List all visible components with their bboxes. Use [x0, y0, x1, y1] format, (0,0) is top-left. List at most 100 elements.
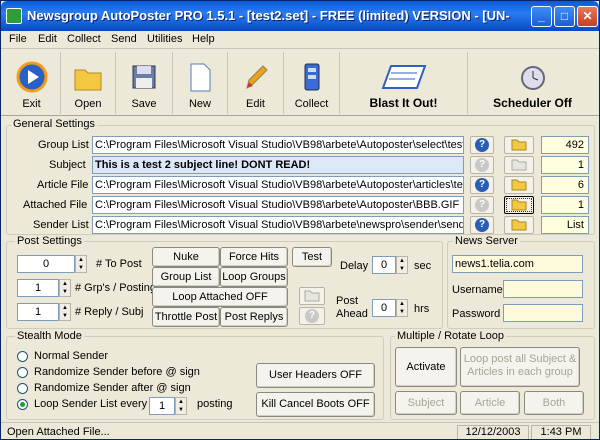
- delay-label: Delay: [340, 260, 369, 272]
- post-ahead-spinner[interactable]: ▲ ▼: [396, 299, 408, 317]
- activate-button[interactable]: Activate: [395, 347, 457, 387]
- status-time: 1:43 PM: [531, 425, 591, 439]
- group-list-button[interactable]: Group List: [152, 267, 220, 287]
- save-label: Save: [131, 98, 157, 110]
- open-article-button[interactable]: [299, 287, 325, 305]
- status-bar: Open Attached File... 12/12/2003 1:43 PM: [1, 422, 599, 439]
- username-field[interactable]: [503, 280, 583, 298]
- close-button[interactable]: ✕: [577, 6, 598, 27]
- clock-icon: [520, 66, 545, 90]
- rotate-subject-button[interactable]: Subject: [395, 391, 457, 415]
- maximize-button[interactable]: □: [554, 6, 575, 27]
- radio-randomize-before[interactable]: [17, 367, 28, 378]
- attached-file-browse-button[interactable]: [504, 196, 534, 214]
- menu-edit[interactable]: Edit: [38, 33, 57, 45]
- subject-count: 1: [541, 156, 589, 174]
- server-host-field[interactable]: news1.telia.com: [452, 255, 583, 273]
- nuke-button[interactable]: Nuke: [152, 247, 220, 267]
- edit-button[interactable]: Edit: [228, 52, 284, 114]
- username-label: Username: [452, 284, 503, 296]
- post-help-button[interactable]: ?: [299, 307, 325, 325]
- article-file-field[interactable]: C:\Program Files\Microsoft Visual Studio…: [92, 176, 464, 194]
- folder-icon: [304, 290, 320, 302]
- menu-help[interactable]: Help: [192, 33, 215, 45]
- post-ahead-input[interactable]: 0: [372, 299, 396, 317]
- scheduler-button[interactable]: Scheduler Off: [468, 52, 597, 114]
- collect-button[interactable]: Collect: [284, 52, 340, 114]
- blast-it-out-button[interactable]: Blast It Out!: [340, 52, 468, 114]
- loop-groups-button[interactable]: Loop Groups: [220, 267, 288, 287]
- save-button[interactable]: Save: [116, 52, 173, 114]
- help-icon: ?: [475, 218, 489, 232]
- rotate-article-button[interactable]: Article: [460, 391, 520, 415]
- to-post-label: # To Post: [96, 258, 142, 270]
- post-replys-button[interactable]: Post Replys: [220, 307, 288, 327]
- subject-field[interactable]: This is a test 2 subject line! DONT READ…: [92, 156, 464, 174]
- folder-icon: [511, 179, 527, 191]
- help-icon: ?: [305, 309, 319, 323]
- loop-every-input[interactable]: 1: [149, 397, 175, 415]
- new-document-icon: [190, 63, 211, 92]
- attached-file-field[interactable]: C:\Program Files\Microsoft Visual Studio…: [92, 196, 464, 214]
- loop-attached-button[interactable]: Loop Attached OFF: [152, 287, 288, 307]
- delay-spinner[interactable]: ▲ ▼: [396, 256, 408, 274]
- menu-send[interactable]: Send: [111, 33, 137, 45]
- folder-icon: [511, 219, 527, 231]
- post-settings-legend: Post Settings: [15, 235, 84, 247]
- loop-all-button[interactable]: Loop post all Subject & Articles in each…: [460, 347, 580, 387]
- article-file-browse-button[interactable]: [504, 176, 534, 194]
- grps-posting-spinner[interactable]: ▲ ▼: [59, 279, 71, 297]
- article-file-count: 6: [541, 176, 589, 194]
- force-hits-button[interactable]: Force Hits: [220, 247, 288, 267]
- grps-posting-label: # Grp's / Posting: [75, 282, 156, 294]
- sender-list-help-button[interactable]: ?: [470, 216, 494, 234]
- sender-list-browse-button[interactable]: [504, 216, 534, 234]
- radio-randomize-after[interactable]: [17, 383, 28, 394]
- to-post-input[interactable]: 0: [17, 255, 75, 273]
- menu-utilities[interactable]: Utilities: [147, 33, 182, 45]
- randomize-before-label: Randomize Sender before @ sign: [34, 366, 200, 378]
- minimize-button[interactable]: _: [531, 6, 552, 27]
- radio-normal-sender[interactable]: [17, 351, 28, 362]
- title-bar[interactable]: Newsgroup AutoPoster PRO 1.5.1 - [test2.…: [1, 1, 599, 31]
- loop-every-spinner[interactable]: ▲ ▼: [175, 397, 187, 415]
- floppy-disk-icon: [132, 65, 156, 89]
- post-ahead-unit: hrs: [414, 303, 430, 315]
- open-button[interactable]: Open: [61, 52, 116, 114]
- radio-loop-sender[interactable]: [17, 399, 28, 410]
- article-file-help-button[interactable]: ?: [470, 176, 494, 194]
- password-label: Password: [452, 308, 501, 320]
- sender-list-label: Sender List: [33, 219, 89, 231]
- rotate-loop-legend: Multiple / Rotate Loop: [395, 330, 507, 342]
- new-button[interactable]: New: [173, 52, 228, 114]
- reply-subj-spinner[interactable]: ▲ ▼: [59, 303, 71, 321]
- user-headers-button[interactable]: User Headers OFF: [256, 363, 375, 388]
- subject-browse-button[interactable]: [504, 156, 534, 174]
- open-label: Open: [74, 98, 102, 110]
- attached-file-help-button[interactable]: ?: [470, 196, 494, 214]
- group-list-count: 492: [541, 136, 589, 154]
- subject-help-button[interactable]: ?: [470, 156, 494, 174]
- menu-file[interactable]: File: [9, 33, 27, 45]
- rotate-both-button[interactable]: Both: [524, 391, 584, 415]
- group-list-browse-button[interactable]: [504, 136, 534, 154]
- password-field[interactable]: [503, 304, 583, 322]
- to-post-spinner[interactable]: ▲ ▼: [75, 255, 87, 273]
- group-list-help-button[interactable]: ?: [470, 136, 494, 154]
- grps-posting-input[interactable]: 1: [17, 279, 59, 297]
- kill-cancel-boots-button[interactable]: Kill Cancel Boots OFF: [256, 392, 375, 417]
- new-label: New: [188, 98, 211, 110]
- sender-list-field[interactable]: C:\Program Files\Microsoft Visual Studio…: [92, 216, 464, 234]
- reply-subj-label: # Reply / Subj: [75, 306, 144, 318]
- help-icon: ?: [475, 158, 489, 172]
- exit-button[interactable]: Exit: [3, 52, 61, 114]
- post-ahead-label-2: Ahead: [336, 308, 368, 320]
- delay-input[interactable]: 0: [372, 256, 396, 274]
- test-button[interactable]: Test: [292, 247, 332, 267]
- throttle-post-button[interactable]: Throttle Post: [152, 307, 220, 327]
- group-list-field[interactable]: C:\Program Files\Microsoft Visual Studio…: [92, 136, 464, 154]
- menu-collect[interactable]: Collect: [67, 33, 101, 45]
- status-message: Open Attached File...: [7, 426, 110, 438]
- folder-open-icon: [74, 69, 102, 91]
- reply-subj-input[interactable]: 1: [17, 303, 59, 321]
